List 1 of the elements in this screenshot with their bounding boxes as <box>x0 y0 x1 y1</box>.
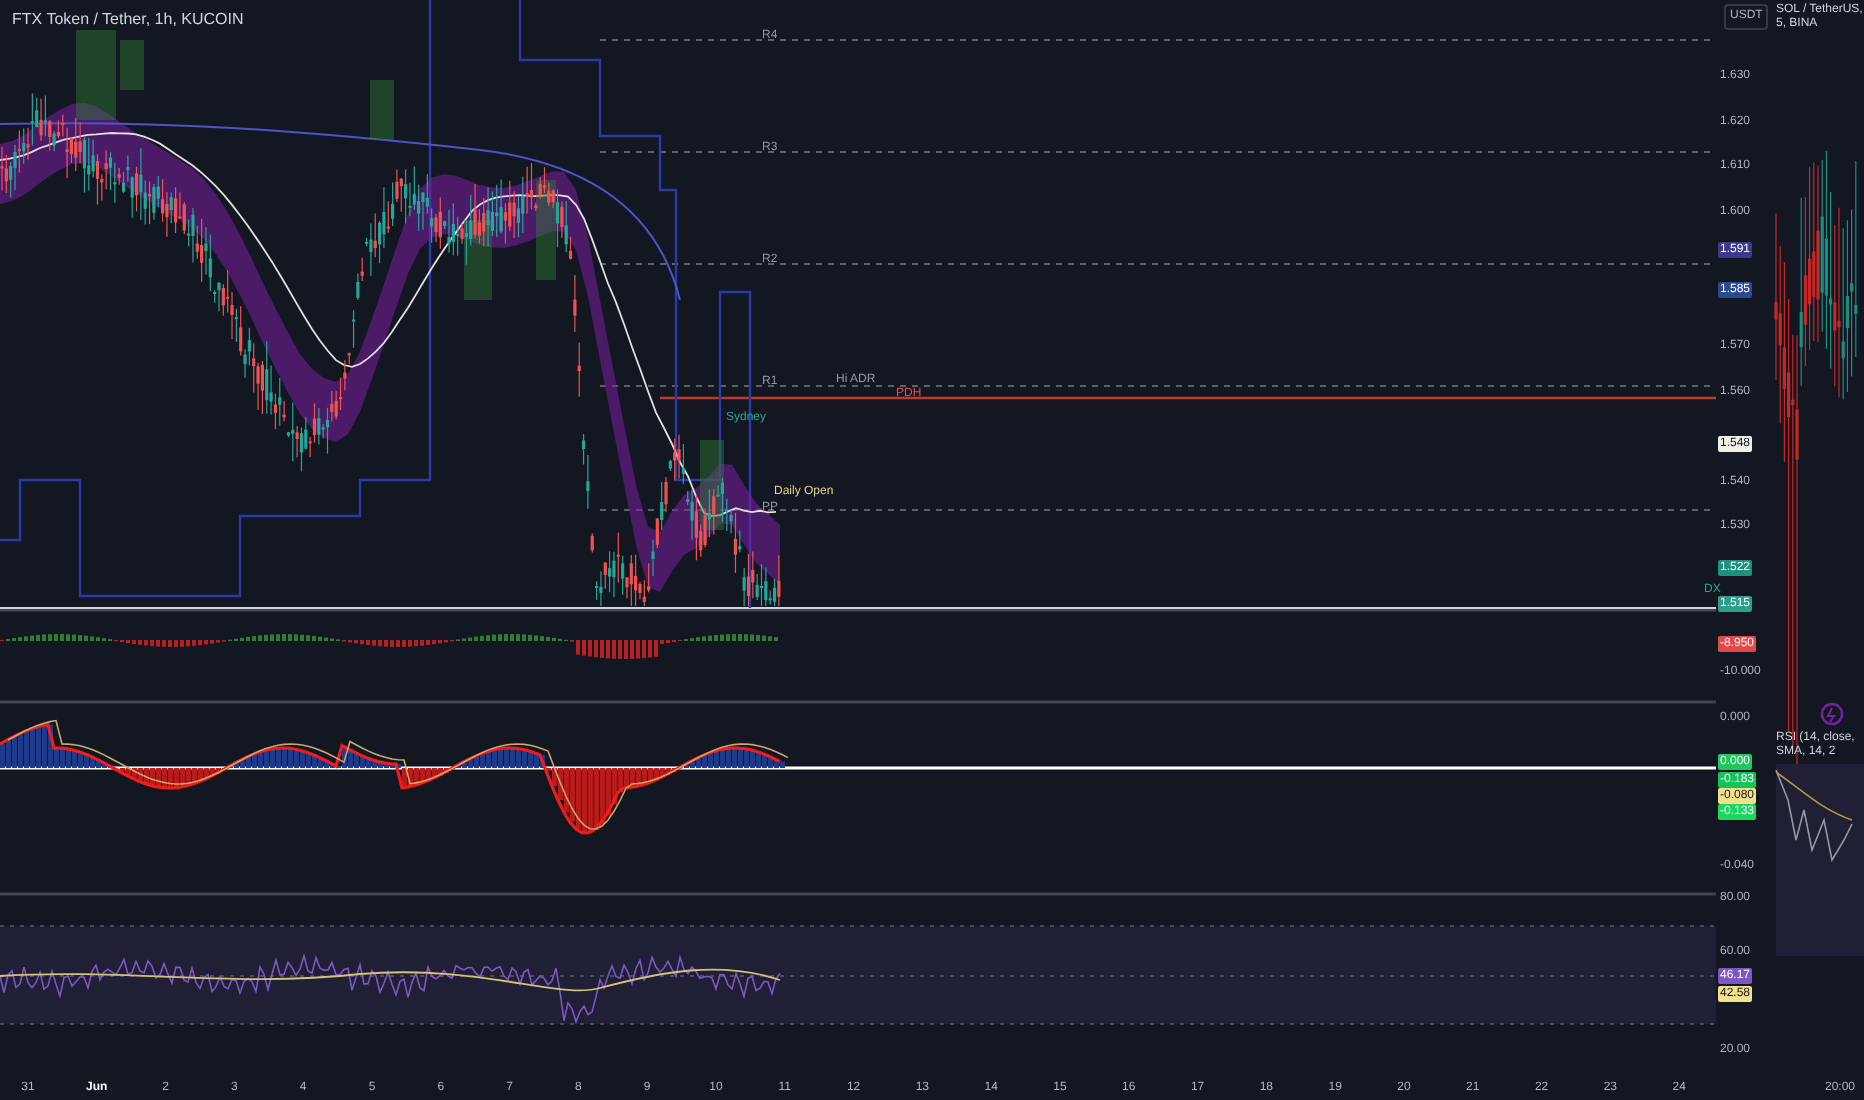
chart-title[interactable]: FTX Token / Tether, 1h, KUCOIN <box>12 8 244 32</box>
